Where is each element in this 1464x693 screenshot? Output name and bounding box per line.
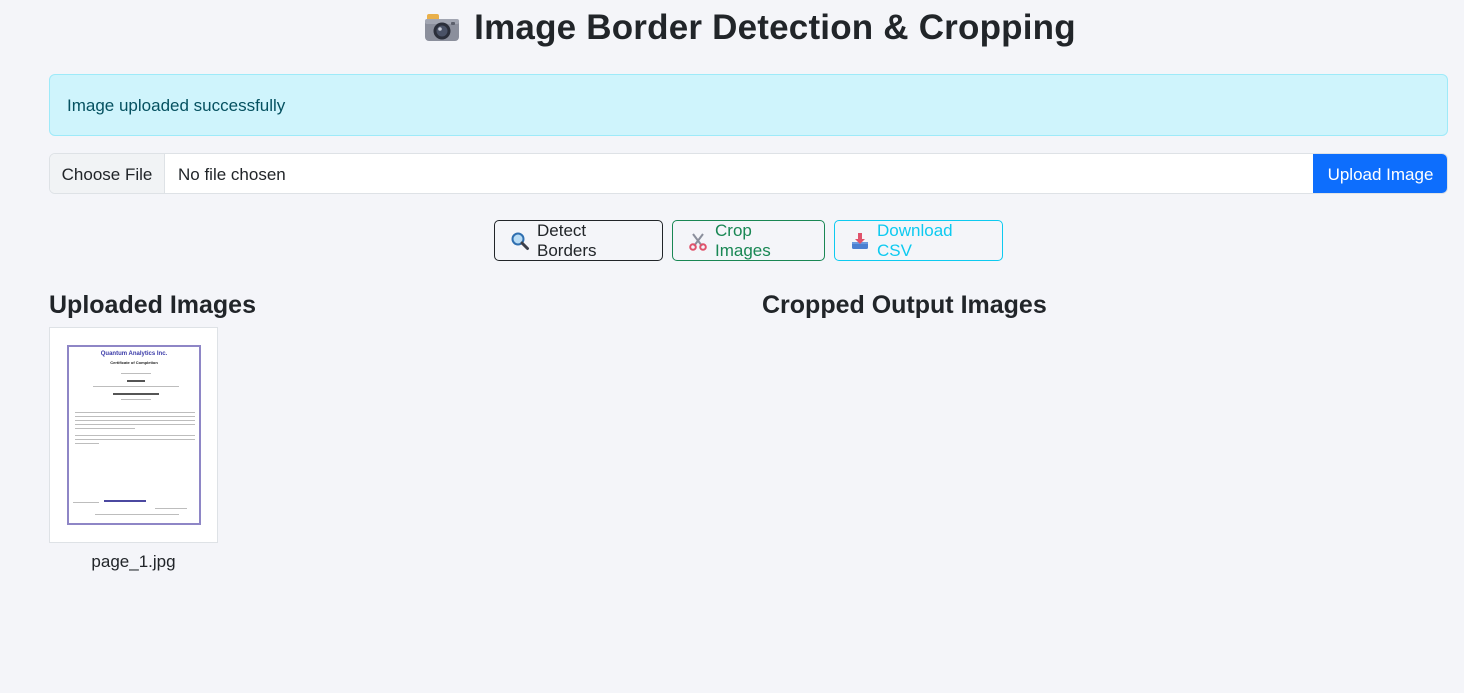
page-title: Image Border Detection & Cropping	[0, 6, 1464, 54]
preview-line	[75, 420, 195, 421]
uploaded-image-filename: page_1.jpg	[91, 552, 176, 571]
preview-line	[75, 428, 135, 429]
inbox-tray-icon	[850, 231, 870, 251]
detect-borders-label: Detect Borders	[537, 220, 597, 260]
cropped-images-heading: Cropped Output Images	[762, 291, 1047, 319]
preview-line	[93, 386, 179, 387]
preview-line	[75, 435, 195, 436]
choose-file-button[interactable]: Choose File	[50, 154, 165, 193]
preview-line	[113, 393, 159, 395]
file-status-text[interactable]: No file chosen	[165, 154, 1313, 193]
page-title-text: Image Border Detection & Cropping	[474, 8, 1076, 47]
alert-message: Image uploaded successfully	[67, 96, 286, 115]
success-alert: Image uploaded successfully	[49, 74, 1448, 136]
preview-line	[75, 443, 99, 444]
scissors-icon	[688, 231, 708, 251]
download-csv-label: Download CSV	[877, 220, 953, 260]
detect-borders-button[interactable]: Detect Borders	[494, 220, 663, 261]
preview-line	[75, 416, 195, 417]
preview-line	[127, 380, 145, 382]
preview-line	[95, 514, 179, 515]
magnifier-icon	[510, 231, 530, 251]
preview-line	[75, 439, 195, 440]
preview-line	[121, 373, 151, 374]
file-upload-group: Choose File No file chosen Upload Image	[49, 153, 1448, 194]
certificate-preview: Quantum Analytics Inc. Certificate of Co…	[67, 345, 201, 525]
preview-line	[75, 424, 195, 425]
crop-images-label: Crop Images	[715, 220, 771, 260]
preview-signature	[104, 500, 146, 502]
preview-subtitle: Certificate of Completion	[110, 360, 158, 365]
preview-line	[155, 508, 187, 509]
preview-company: Quantum Analytics Inc.	[100, 351, 168, 357]
page: Image Border Detection & Cropping Image …	[0, 0, 1464, 693]
uploaded-images-heading: Uploaded Images	[49, 291, 256, 319]
crop-images-button[interactable]: Crop Images	[672, 220, 825, 261]
action-buttons: Detect Borders Crop Images Download CSV	[0, 220, 1464, 261]
upload-image-button[interactable]: Upload Image	[1313, 154, 1447, 193]
preview-line	[73, 502, 99, 503]
preview-line	[121, 399, 151, 400]
download-csv-button[interactable]: Download CSV	[834, 220, 1003, 261]
camera-icon	[424, 10, 460, 54]
preview-line	[75, 412, 195, 413]
uploaded-image-thumbnail[interactable]: Quantum Analytics Inc. Certificate of Co…	[49, 327, 218, 543]
